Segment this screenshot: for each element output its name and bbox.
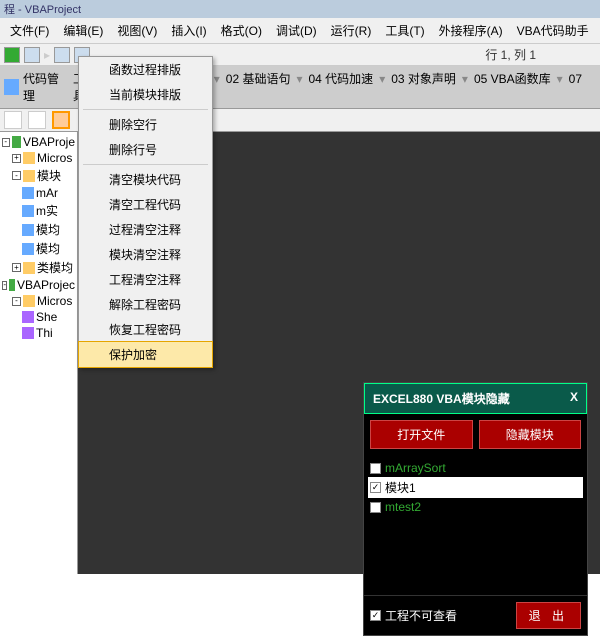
menu-item[interactable]: 工具(T) (379, 20, 430, 41)
code-category[interactable]: 02 基础语句 (224, 71, 293, 87)
no-view-checkbox[interactable]: ✓ 工程不可查看 (370, 602, 457, 629)
tree-item[interactable]: +Micros (2, 150, 75, 166)
fold-icon (23, 152, 35, 164)
tree-item[interactable]: mAr (2, 185, 75, 201)
fold-icon (23, 262, 35, 274)
tree-item[interactable]: -VBAProjec (2, 277, 75, 293)
clear-icon (87, 197, 103, 213)
menu-item[interactable]: 文件(F) (4, 20, 55, 41)
cls-icon (22, 327, 34, 339)
toolbar-icon[interactable] (24, 47, 40, 63)
toolbar-icon[interactable] (54, 47, 70, 63)
proj-icon (12, 136, 21, 148)
menu-item[interactable]: 清空工程代码 (79, 192, 212, 217)
sort-icon (87, 62, 103, 78)
mod-icon (22, 187, 34, 199)
proj-icon (9, 279, 15, 291)
checkbox-icon: ✓ (370, 482, 381, 493)
checkbox-icon (370, 502, 381, 513)
menu-item[interactable]: 调试(D) (270, 20, 323, 41)
fold-icon (23, 295, 35, 307)
code-icon (4, 79, 19, 95)
hide-module-button[interactable]: 隐藏模块 (479, 420, 582, 449)
fold-icon (23, 170, 35, 182)
menu-item[interactable]: 函数过程排版 (79, 57, 212, 82)
menu-item[interactable]: 保护加密 (78, 341, 213, 368)
unlock-icon (87, 297, 103, 313)
menu-item[interactable]: 运行(R) (325, 20, 378, 41)
panel-title: EXCEL880 VBA模块隐藏 (373, 390, 510, 407)
tree-item[interactable]: She (2, 309, 75, 325)
cls-icon (22, 311, 34, 323)
no-view-label: 工程不可查看 (385, 607, 457, 624)
sort-icon (87, 87, 103, 103)
menu-item[interactable]: 过程清空注释 (79, 217, 212, 242)
menu-item[interactable]: 视图(V) (111, 20, 163, 41)
panel-titlebar: EXCEL880 VBA模块隐藏 X (364, 383, 587, 414)
module-item[interactable]: mtest2 (368, 498, 583, 516)
delete-icon (87, 142, 103, 158)
tree-item[interactable]: 模均 (2, 239, 75, 258)
exit-button[interactable]: 退 出 (516, 602, 581, 629)
excel-icon[interactable] (4, 47, 20, 63)
clear-icon (87, 172, 103, 188)
menu-item[interactable]: 模块清空注释 (79, 242, 212, 267)
delete-icon (87, 117, 103, 133)
code-mgmt-label[interactable]: 代码管理 (21, 69, 69, 105)
checkbox-icon: ✓ (370, 610, 381, 621)
code-category[interactable]: 04 代码加速 (307, 71, 376, 87)
mod-icon (22, 243, 34, 255)
mod-icon (22, 224, 34, 236)
code-category[interactable]: 05 VBA函数库 (472, 71, 553, 87)
menu-item[interactable]: VBA代码助手 (511, 20, 595, 41)
menu-item[interactable]: 编辑(E) (57, 20, 109, 41)
comment-icon (87, 272, 103, 288)
view-btn[interactable] (4, 111, 22, 129)
comment-icon (87, 222, 103, 238)
mod-icon (22, 205, 34, 217)
title-bar: 程 - VBAProject (0, 0, 600, 18)
menu-item[interactable]: 恢复工程密码 (79, 317, 212, 342)
menu-item[interactable]: 当前模块排版 (79, 82, 212, 107)
lock-icon (87, 347, 103, 363)
view-btn-active[interactable] (52, 111, 70, 129)
module-item[interactable]: mArraySort (368, 459, 583, 477)
code-category[interactable]: 03 对象声明 (389, 71, 458, 87)
tree-item[interactable]: Thi (2, 325, 75, 341)
tree-item[interactable]: m实 (2, 201, 75, 220)
menu-item[interactable]: 清空模块代码 (79, 167, 212, 192)
tree-item[interactable]: +类模均 (2, 258, 75, 277)
menu-item[interactable]: 删除空行 (79, 112, 212, 137)
menu-item[interactable]: 删除行号 (79, 137, 212, 162)
menu-item[interactable]: 格式(O) (215, 20, 268, 41)
open-file-button[interactable]: 打开文件 (370, 420, 473, 449)
module-hide-panel: EXCEL880 VBA模块隐藏 X 打开文件 隐藏模块 mArraySort✓… (363, 382, 588, 636)
lock-icon (87, 322, 103, 338)
menubar: 文件(F)编辑(E)视图(V)插入(I)格式(O)调试(D)运行(R)工具(T)… (0, 18, 600, 44)
tree-item[interactable]: 模均 (2, 220, 75, 239)
menu-item[interactable]: 工程清空注释 (79, 267, 212, 292)
tools-dropdown-menu: 函数过程排版当前模块排版删除空行删除行号清空模块代码清空工程代码过程清空注释模块… (78, 56, 213, 368)
menu-item[interactable]: 解除工程密码 (79, 292, 212, 317)
view-btn[interactable] (28, 111, 46, 129)
project-explorer: -VBAProje+Micros-模块mArm实模均模均+类模均-VBAProj… (0, 132, 78, 574)
tree-item[interactable]: -VBAProje (2, 134, 75, 150)
cursor-position: 行 1, 列 1 (485, 46, 536, 63)
tree-item[interactable]: -Micros (2, 293, 75, 309)
close-icon[interactable]: X (570, 390, 578, 407)
tree-item[interactable]: -模块 (2, 166, 75, 185)
comment-icon (87, 247, 103, 263)
module-item[interactable]: ✓模块1 (368, 477, 583, 498)
menu-item[interactable]: 外接程序(A) (433, 20, 509, 41)
checkbox-icon (370, 463, 381, 474)
menu-item[interactable]: 插入(I) (165, 20, 212, 41)
